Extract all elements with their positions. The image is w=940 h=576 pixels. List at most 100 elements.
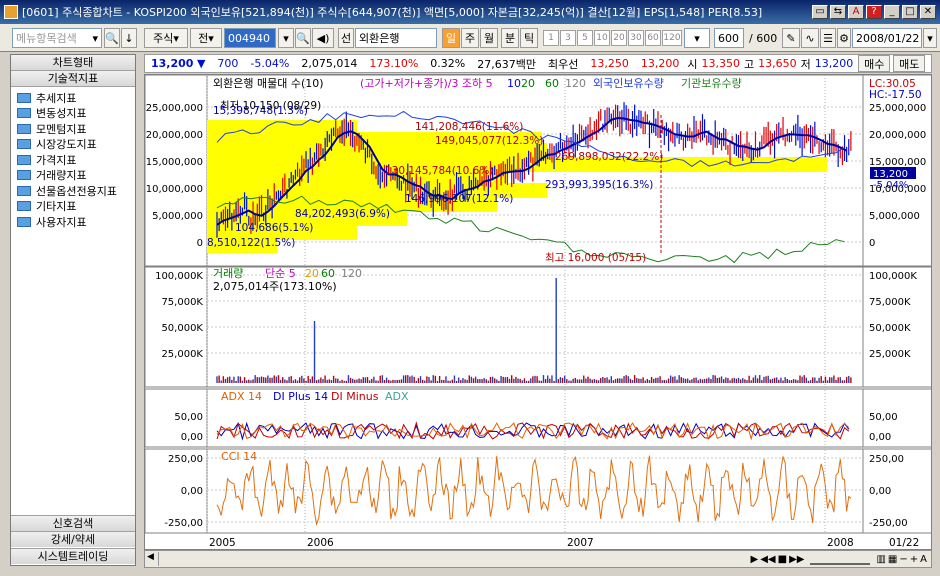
volume-legend-item: 20 <box>305 267 319 280</box>
sell-button[interactable]: 매도 <box>893 55 926 72</box>
restore-icon[interactable]: ▭ <box>812 5 828 19</box>
close-icon[interactable]: ✕ <box>920 5 936 19</box>
calendar-icon[interactable]: ▾ <box>923 28 937 48</box>
forward-icon[interactable]: ▶▶ <box>789 554 804 565</box>
minute-60-button[interactable]: 60 <box>645 30 661 46</box>
count-input[interactable]: 600 <box>714 28 744 48</box>
zoom-out-icon[interactable]: − <box>899 554 907 565</box>
price-legend-item: 20 <box>521 77 535 90</box>
adx-legend-item: ADX 14 <box>221 390 262 403</box>
minimize-icon[interactable]: _ <box>884 5 900 19</box>
volume-profile-label: 293,993,395(16.3%) <box>545 179 653 191</box>
minute-30-button[interactable]: 30 <box>628 30 644 46</box>
folder-icon <box>17 139 31 150</box>
indicator-tree: 추세지표 변동성지표 모멘텀지표 시장강도지표 가격지표 거래량지표 선물옵션전용지표 기타지… <box>11 87 135 230</box>
price-tick-label-right: 5,000,000 <box>869 211 920 222</box>
sidebar-item-4[interactable]: 가격지표 <box>11 152 135 168</box>
settings-icon[interactable]: ☰ <box>820 28 836 48</box>
rewind-icon[interactable]: ◀◀ <box>760 554 775 565</box>
grid-icon[interactable]: ▦ <box>888 554 897 565</box>
chevron-down-icon[interactable]: ▾ <box>278 28 294 48</box>
strength-button[interactable]: 강세/약세 <box>11 531 135 547</box>
download-icon[interactable]: ↓ <box>121 28 137 48</box>
kind-button[interactable]: 선 <box>338 28 354 48</box>
maximize-icon[interactable]: □ <box>902 5 918 19</box>
stock-name-field[interactable]: 외환은행 <box>355 28 437 48</box>
minute-20-button[interactable]: 20 <box>611 30 627 46</box>
play-icon[interactable]: ▶ <box>751 554 759 565</box>
minute-10-button[interactable]: 10 <box>594 30 610 46</box>
high-label: 고 <box>743 57 755 71</box>
help-icon[interactable]: ? <box>866 5 882 19</box>
adx-tick-label-right: 0,00 <box>869 432 891 443</box>
layout-icon[interactable]: ▥ <box>876 554 885 565</box>
sidebar-item-6[interactable]: 선물옵션전용지표 <box>11 183 135 199</box>
sidebar-item-1[interactable]: 변동성지표 <box>11 106 135 122</box>
chart-scroll-bar[interactable]: ◀ ▶ ◀◀ ■ ▶▶ ▥ ▦ − + A <box>144 550 932 568</box>
sidebar-item-3[interactable]: 시장강도지표 <box>11 137 135 153</box>
period-day-button[interactable]: 일 <box>442 28 460 48</box>
chevron-down-icon[interactable]: ▾ <box>684 28 710 48</box>
system-trading-button[interactable]: 시스템트레이딩 <box>11 548 135 564</box>
volume-tick-label: 50,000K <box>161 323 203 334</box>
toolbar: 메뉴항목검색 ▾ 🔍 ↓ 주식 ▾ 전 ▾ 004940 ▾ 🔍 ◀) 선 외환은행 … <box>0 24 940 52</box>
period-month-button[interactable]: 월 <box>480 28 498 48</box>
tools-icon[interactable]: ✎ <box>782 28 800 48</box>
period-minute-button[interactable]: 분 <box>501 28 519 48</box>
cci-legend-item: CCI 14 <box>221 450 257 463</box>
sidebar-item-2[interactable]: 모멘텀지표 <box>11 121 135 137</box>
sidebar-item-8[interactable]: 사용자지표 <box>11 214 135 230</box>
minute-3-button[interactable]: 3 <box>560 30 576 46</box>
volume-profile-label: 104,686(5.1%) <box>235 222 313 234</box>
folder-icon <box>17 185 31 196</box>
open-price: 13,350 <box>701 57 740 70</box>
type-select[interactable]: 주식 ▾ <box>144 28 188 48</box>
chart-type-header[interactable]: 차트형태 <box>11 55 135 71</box>
period-week-button[interactable]: 주 <box>461 28 479 48</box>
adx-legend-item: DI Minus <box>331 390 379 403</box>
folder-icon <box>17 170 31 181</box>
technical-indicator-header[interactable]: 기술적지표 <box>11 71 135 87</box>
quote-info-bar: 13,200 ▼ 700 -5.04% 2,075,014 173.10% 0.… <box>144 54 932 73</box>
price-legend-item: 60 <box>545 77 559 90</box>
prev-button[interactable]: 전 ▾ <box>190 28 222 48</box>
panel-3 <box>145 448 931 534</box>
chevron-down-icon[interactable]: ▾ <box>92 32 98 45</box>
minute-5-button[interactable]: 5 <box>577 30 593 46</box>
search-icon[interactable]: 🔍 <box>104 28 120 48</box>
sidebar-item-5[interactable]: 거래량지표 <box>11 168 135 184</box>
signal-search-button[interactable]: 신호검색 <box>11 515 135 531</box>
menu-search-input[interactable]: 메뉴항목검색 ▾ <box>12 28 102 48</box>
sidebar-item-label: 시장강도지표 <box>36 138 97 152</box>
gear-icon[interactable]: ⚙ <box>837 28 851 48</box>
period-tick-button[interactable]: 틱 <box>520 28 538 48</box>
minute-120-button[interactable]: 120 <box>662 30 682 46</box>
low-price: 13,200 <box>814 57 854 70</box>
zoom-in-icon[interactable]: + <box>910 554 918 565</box>
stock-chart[interactable]: 25,000,000 25,000,000 20,000,000 20,000,000… <box>145 75 932 550</box>
minute-1-button[interactable]: 1 <box>543 30 559 46</box>
stock-code-input[interactable]: 004940 <box>224 28 276 48</box>
cci-tick-label-right: 250,00 <box>869 454 904 465</box>
folder-icon <box>17 92 31 103</box>
buy-button[interactable]: 매수 <box>858 55 891 72</box>
scroll-track[interactable] <box>159 553 751 565</box>
volume-tick-label-right: 25,000K <box>869 349 911 360</box>
search-icon[interactable]: 🔍 <box>295 28 311 48</box>
scroll-left-icon[interactable]: ◀ <box>147 552 159 566</box>
link-icon[interactable]: ⇆ <box>830 5 846 19</box>
indicator-icon[interactable]: ∿ <box>801 28 819 48</box>
current-pct-tag: -5.04% <box>873 180 908 191</box>
chart-area[interactable]: 25,000,000 25,000,000 20,000,000 20,000,000… <box>144 74 932 550</box>
font-icon[interactable]: A <box>920 554 927 565</box>
speaker-icon[interactable]: ◀) <box>312 28 334 48</box>
alert-icon[interactable]: A <box>848 5 864 19</box>
zoom-slider[interactable] <box>810 554 871 565</box>
x-axis-label: 2005 <box>209 537 236 549</box>
sidebar-item-7[interactable]: 기타지표 <box>11 199 135 215</box>
sidebar-item-0[interactable]: 추세지표 <box>11 90 135 106</box>
current-price-tag: 13,200 <box>873 169 908 180</box>
date-field[interactable]: 2008/01/22 <box>852 28 922 48</box>
low-label: 저 <box>800 57 811 71</box>
stop-icon[interactable]: ■ <box>778 554 787 565</box>
